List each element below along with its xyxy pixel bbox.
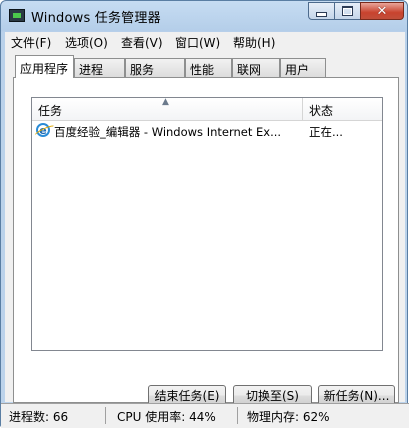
menu-view[interactable]: 查看(V)	[121, 34, 163, 51]
tab-users[interactable]: 用户	[280, 58, 326, 77]
list-header: 任务 ▲ 状态	[32, 97, 382, 121]
column-header-task[interactable]: 任务 ▲	[32, 97, 303, 120]
minimize-button[interactable]	[308, 2, 335, 20]
close-icon: ✕	[376, 3, 388, 19]
sort-ascending-icon: ▲	[162, 97, 169, 107]
task-manager-app-icon	[9, 9, 25, 22]
tab-applications[interactable]: 应用程序	[15, 55, 74, 78]
cpu-usage: CPU 使用率: 44%	[117, 410, 216, 424]
column-status-label: 状态	[309, 104, 334, 118]
column-task-label: 任务	[38, 104, 63, 118]
tab-control: 应用程序 进程 服务 性能 联网 用户 任务 ▲ 状态 e 百度经验_编辑器 -	[5, 52, 405, 406]
task-status: 正在...	[309, 125, 343, 139]
maximize-button[interactable]	[334, 2, 361, 20]
status-divider	[237, 407, 238, 424]
menu-bar: 文件(F) 选项(O) 查看(V) 窗口(W) 帮助(H)	[5, 32, 405, 52]
title-bar[interactable]: Windows 任务管理器 ✕	[1, 1, 407, 31]
task-list[interactable]: 任务 ▲ 状态 e 百度经验_编辑器 - Windows Internet Ex…	[31, 97, 383, 351]
tab-networking[interactable]: 联网	[232, 58, 280, 77]
tab-services[interactable]: 服务	[125, 58, 185, 77]
menu-window[interactable]: 窗口(W)	[175, 34, 220, 51]
status-bar: 进程数: 66 CPU 使用率: 44% 物理内存: 62%	[1, 403, 409, 428]
physical-memory: 物理内存: 62%	[247, 410, 330, 424]
column-header-status[interactable]: 状态	[303, 98, 382, 120]
task-manager-window: Windows 任务管理器 ✕ 文件(F) 选项(O) 查看(V) 窗口(W) …	[0, 0, 409, 428]
process-count: 进程数: 66	[9, 410, 69, 424]
applications-panel: 任务 ▲ 状态 e 百度经验_编辑器 - Windows Internet Ex…	[13, 77, 399, 406]
minimize-icon	[316, 11, 327, 17]
task-name: 百度经验_编辑器 - Windows Internet Ex...	[54, 125, 282, 139]
menu-help[interactable]: 帮助(H)	[233, 34, 275, 51]
status-divider	[105, 407, 106, 424]
window-title: Windows 任务管理器	[31, 11, 161, 26]
close-button[interactable]: ✕	[360, 2, 404, 20]
internet-explorer-icon: e	[36, 123, 50, 137]
tab-performance[interactable]: 性能	[185, 58, 232, 77]
task-row[interactable]: e 百度经验_编辑器 - Windows Internet Ex... 正在..…	[32, 121, 382, 141]
tab-processes[interactable]: 进程	[74, 58, 125, 77]
menu-file[interactable]: 文件(F)	[11, 34, 51, 51]
maximize-icon	[342, 6, 353, 16]
menu-options[interactable]: 选项(O)	[65, 34, 108, 51]
